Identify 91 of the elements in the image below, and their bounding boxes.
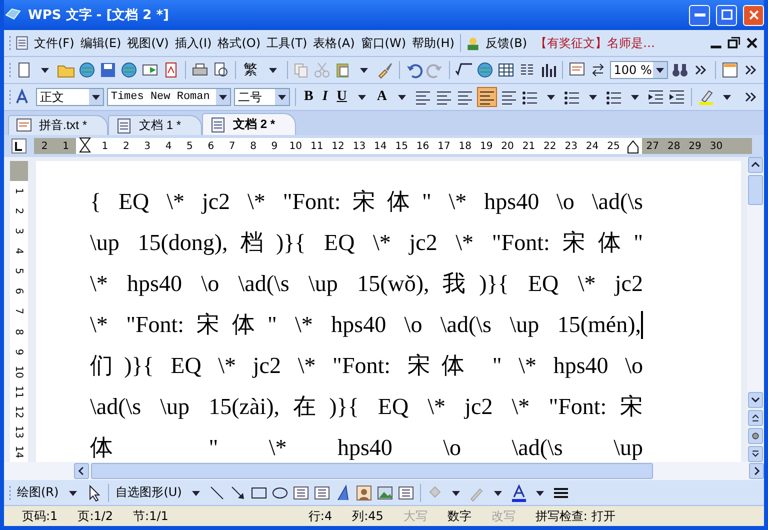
traditional-chinese-button[interactable]: 繁 [240, 61, 261, 79]
document-text-line: 体 " \* hps40 \o \ad(\s \up [90, 434, 643, 462]
toolbar-grip-icon [8, 484, 12, 502]
autoshapes-menu[interactable]: 自选图形(U) [114, 482, 184, 503]
scroll-up-button[interactable] [748, 157, 763, 173]
decrease-indent-icon[interactable] [647, 88, 666, 106]
increase-indent-icon[interactable] [668, 88, 686, 106]
zoom-field[interactable]: 100 % [610, 61, 668, 79]
picture-icon[interactable] [376, 484, 394, 502]
scroll-left-button[interactable] [74, 463, 89, 479]
line-icon[interactable] [208, 484, 226, 502]
document-menu-icon[interactable] [14, 35, 30, 51]
document-tab[interactable]: 文档 1 * [108, 115, 202, 135]
feedback-menu[interactable]: 反馈(B) [483, 32, 530, 54]
font-color-icon[interactable] [510, 484, 528, 502]
menu-item[interactable]: 帮助(H) [410, 32, 456, 54]
menu-item[interactable]: 工具(T) [264, 32, 310, 54]
binoculars-icon[interactable] [671, 61, 690, 79]
scrollbar-thumb[interactable] [748, 175, 763, 205]
status-item: 节:1/1 [132, 508, 170, 524]
next-page-button[interactable] [748, 446, 763, 462]
insert-text-icon[interactable] [396, 484, 415, 502]
table-icon[interactable] [496, 61, 515, 79]
globe-icon[interactable] [476, 61, 494, 79]
document-tab[interactable]: 拼音.txt * [8, 115, 108, 135]
format-painter-icon[interactable] [376, 61, 394, 79]
arrow-icon[interactable] [228, 484, 247, 502]
close-button[interactable] [743, 4, 764, 26]
person-icon[interactable] [354, 484, 373, 502]
bold-button[interactable]: B [300, 89, 316, 105]
close-icon [746, 8, 760, 22]
vertical-ruler: 1 2 3 4 5 6 7 8 9 10 11 12 13 14 [10, 161, 28, 462]
status-item: 页码:1 [21, 508, 59, 524]
menu-item[interactable]: 表格(A) [311, 32, 357, 54]
previous-page-button[interactable] [748, 410, 763, 426]
status-item: 拼写检查: 打开 [534, 508, 616, 524]
print-preview-icon[interactable] [212, 61, 230, 79]
document-text-line: \ad(\s \up 15(zài),在)}{ EQ \* jc2 \* "Font:宋 [90, 393, 643, 421]
italic-button[interactable]: I [319, 89, 331, 105]
menu-item[interactable]: 格式(O) [216, 32, 263, 54]
document-icon [115, 116, 134, 134]
status-item: 改写 [490, 508, 516, 524]
promo-link[interactable]: 【有奖征文】名师是… [535, 34, 706, 52]
document-text-line: 们)}{ EQ \* jc2 \* "Font: 宋体 " \* hps40 \o [90, 352, 643, 380]
menu-item[interactable]: 视图(V) [125, 32, 171, 54]
feedback-icon[interactable] [465, 35, 482, 51]
menu-item[interactable]: 窗口(W) [358, 32, 408, 54]
toolbar-grip-icon [8, 88, 12, 106]
status-item: 数字 [446, 508, 472, 524]
status-item: 大写 [402, 508, 428, 524]
globe-icon[interactable] [78, 61, 96, 79]
document-text-line: \up 15(dong),档)}{ EQ \* jc2 \* "Font:宋体" [90, 229, 643, 257]
text-box-icon[interactable] [292, 484, 310, 502]
toolbar-grip-icon [8, 34, 12, 52]
status-item: 行:4 [307, 508, 334, 524]
task-pane-icon[interactable] [721, 61, 739, 79]
draw-menu[interactable]: 绘图(R) [15, 482, 61, 503]
document-tab[interactable]: 文档 2 * [202, 113, 296, 135]
font-field[interactable]: Times New Roman [106, 88, 231, 106]
web-icon[interactable] [120, 61, 138, 79]
minimize-button[interactable] [689, 4, 710, 26]
doc-close-icon[interactable] [744, 35, 760, 51]
toolbar-grip-icon [8, 61, 12, 79]
menu-item[interactable]: 插入(I) [172, 32, 214, 54]
scroll-down-button[interactable] [748, 392, 763, 408]
menu-item[interactable]: 编辑(E) [78, 32, 124, 54]
save-icon[interactable] [99, 61, 117, 79]
status-item: 列:45 [351, 508, 384, 524]
menu-item[interactable]: 文件(F) [32, 32, 76, 54]
document-text-line: \* hps40 \o \ad(\s \up 15(wǒ),我)}{ EQ \* jc2 [90, 270, 643, 298]
scroll-right-button[interactable] [749, 463, 764, 479]
document-text-line: \* "Font:宋体" \* hps40 \o \ad(\s \up 15(mén), [90, 311, 641, 339]
highlight-icon[interactable] [697, 88, 715, 106]
justify-icon[interactable] [477, 87, 498, 107]
document-icon [15, 116, 33, 134]
status-item: 页:1/2 [76, 508, 114, 524]
browse-object-button[interactable] [748, 428, 763, 444]
document-text-line: { EQ \* jc2 \* "Font:宋体" \* hps40 \o \ad(\s [90, 188, 643, 216]
character-scale-button[interactable]: A [374, 89, 390, 105]
horizontal-ruler[interactable]: 2 1 1 2 3 4 5 6 7 8 9 10 11 12 13 14 15 16 17 18 19 20 21 22 23 24 25 27 28 29 30 [34, 138, 752, 154]
vertical-text-box-icon[interactable] [312, 484, 331, 502]
maximize-icon [720, 8, 734, 22]
window-title: WPS 文字 - [文档 2 *] [28, 6, 170, 24]
underline-button[interactable]: U [334, 89, 350, 105]
style-field[interactable]: 正文 [36, 88, 104, 106]
doc-restore-icon[interactable] [726, 35, 742, 51]
undo-icon[interactable] [405, 61, 424, 79]
document-icon [209, 116, 228, 134]
maximize-button[interactable] [716, 4, 737, 26]
font-size-field[interactable]: 二号 [234, 88, 290, 106]
tab-stop-icon[interactable] [10, 137, 28, 155]
